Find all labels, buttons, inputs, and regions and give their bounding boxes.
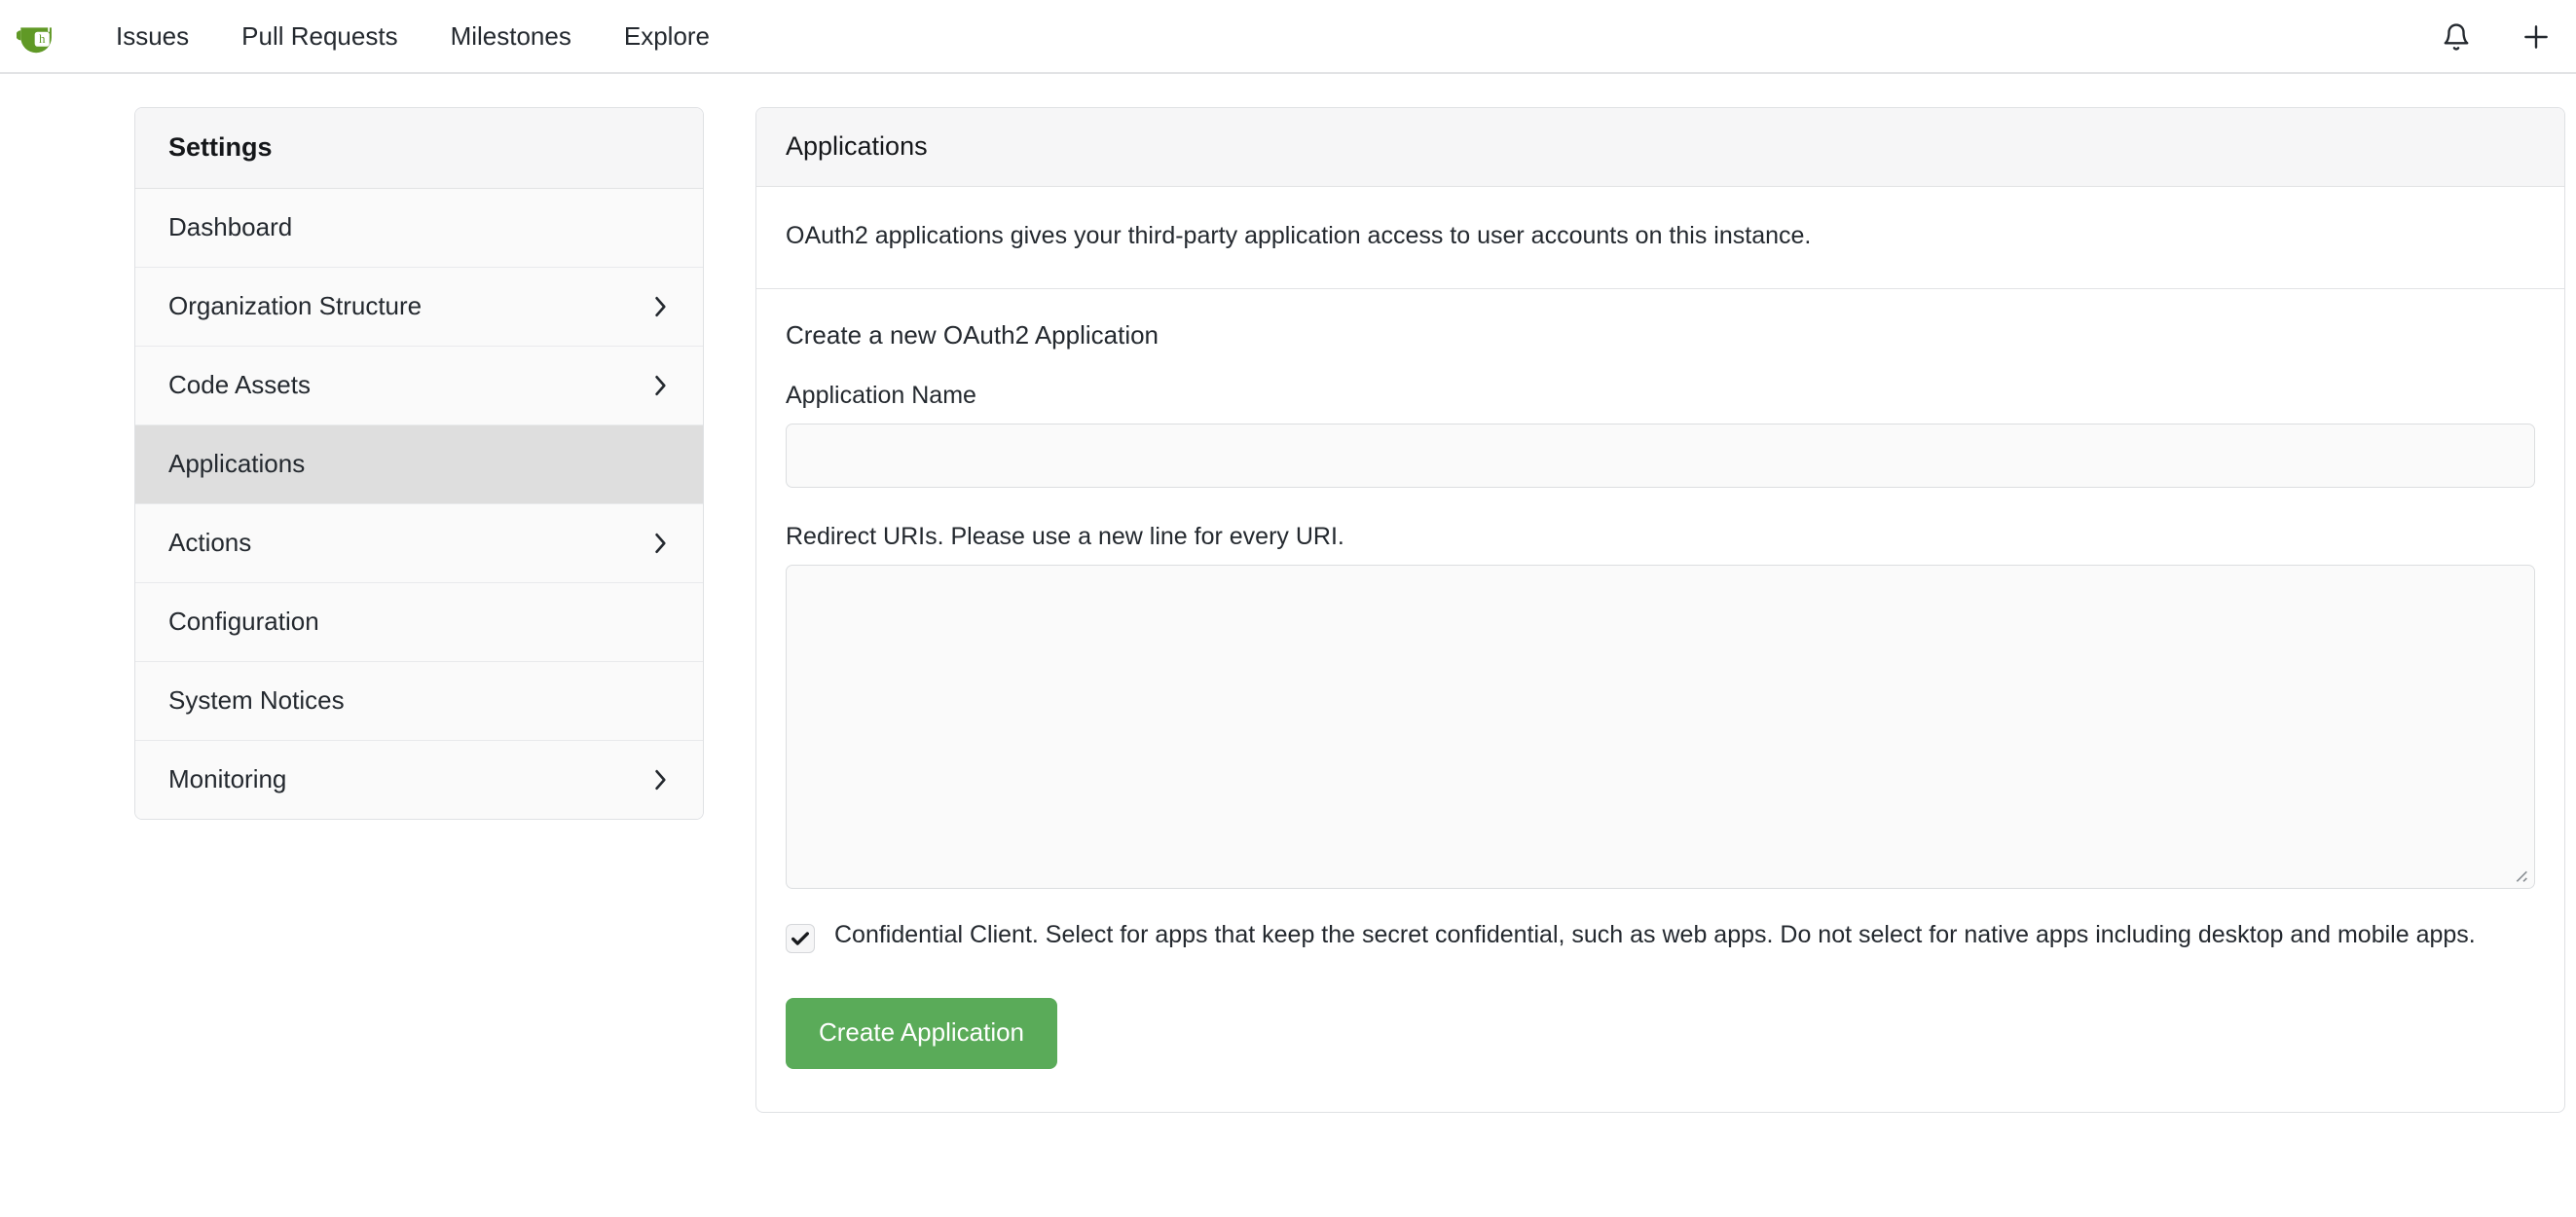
sidebar-item-label: Configuration	[168, 607, 319, 636]
sidebar-item-label: Applications	[168, 449, 306, 478]
sidebar-item-label: Organization Structure	[168, 291, 423, 320]
chevron-right-icon	[652, 373, 670, 398]
sidebar-title: Settings	[135, 108, 703, 189]
nav-link-explore[interactable]: Explore	[598, 0, 736, 73]
sidebar-item-dashboard[interactable]: Dashboard	[135, 189, 703, 268]
confidential-client-checkbox[interactable]	[786, 924, 815, 953]
svg-text:h: h	[39, 31, 46, 46]
gitea-teacup-logo-icon[interactable]: h	[14, 11, 64, 61]
chevron-right-icon	[652, 767, 670, 793]
redirect-uris-label: Redirect URIs. Please use a new line for…	[786, 523, 1344, 550]
navbar-right-actions	[2438, 0, 2555, 74]
sidebar-item-label: Actions	[168, 528, 252, 557]
application-name-input[interactable]	[786, 424, 2535, 488]
create-application-form: Create a new OAuth2 Application Applicat…	[756, 289, 2564, 1112]
create-application-button[interactable]: Create Application	[786, 998, 1058, 1069]
chevron-right-icon	[652, 294, 670, 319]
form-title: Create a new OAuth2 Application	[786, 320, 1159, 350]
sidebar-item-label: System Notices	[168, 685, 345, 715]
sidebar-item-label: Code Assets	[168, 370, 311, 399]
sidebar-item-organization-structure[interactable]: Organization Structure	[135, 268, 703, 347]
page-title: Applications	[756, 108, 2564, 187]
sidebar-item-configuration[interactable]: Configuration	[135, 583, 703, 662]
nav-link-issues[interactable]: Issues	[90, 0, 215, 73]
page-body: Settings Dashboard Organization Structur…	[0, 74, 2576, 1113]
sidebar-item-monitoring[interactable]: Monitoring	[135, 741, 703, 819]
nav-link-pull-requests[interactable]: Pull Requests	[215, 0, 423, 73]
sidebar-item-system-notices[interactable]: System Notices	[135, 662, 703, 741]
sidebar-item-label: Dashboard	[168, 212, 293, 241]
nav-links: Issues Pull Requests Milestones Explore	[90, 0, 736, 73]
top-navbar: h Issues Pull Requests Milestones Explor…	[0, 0, 2576, 74]
application-name-label: Application Name	[786, 382, 976, 409]
chevron-right-icon	[652, 531, 670, 556]
settings-sidebar: Settings Dashboard Organization Structur…	[134, 107, 704, 820]
bell-icon[interactable]	[2438, 18, 2475, 55]
sidebar-item-label: Monitoring	[168, 764, 287, 793]
confidential-client-label: Confidential Client. Select for apps tha…	[834, 921, 2476, 948]
plus-icon[interactable]	[2518, 18, 2555, 55]
sidebar-item-code-assets[interactable]: Code Assets	[135, 347, 703, 425]
confidential-client-row: Confidential Client. Select for apps tha…	[786, 918, 2535, 953]
panel-description: OAuth2 applications gives your third-par…	[756, 187, 2564, 289]
sidebar-item-actions[interactable]: Actions	[135, 504, 703, 583]
sidebar-item-applications[interactable]: Applications	[135, 425, 703, 504]
redirect-uris-field-wrapper	[786, 565, 2535, 889]
nav-link-milestones[interactable]: Milestones	[424, 0, 598, 73]
applications-panel: Applications OAuth2 applications gives y…	[755, 107, 2565, 1113]
redirect-uris-textarea[interactable]	[786, 565, 2535, 889]
